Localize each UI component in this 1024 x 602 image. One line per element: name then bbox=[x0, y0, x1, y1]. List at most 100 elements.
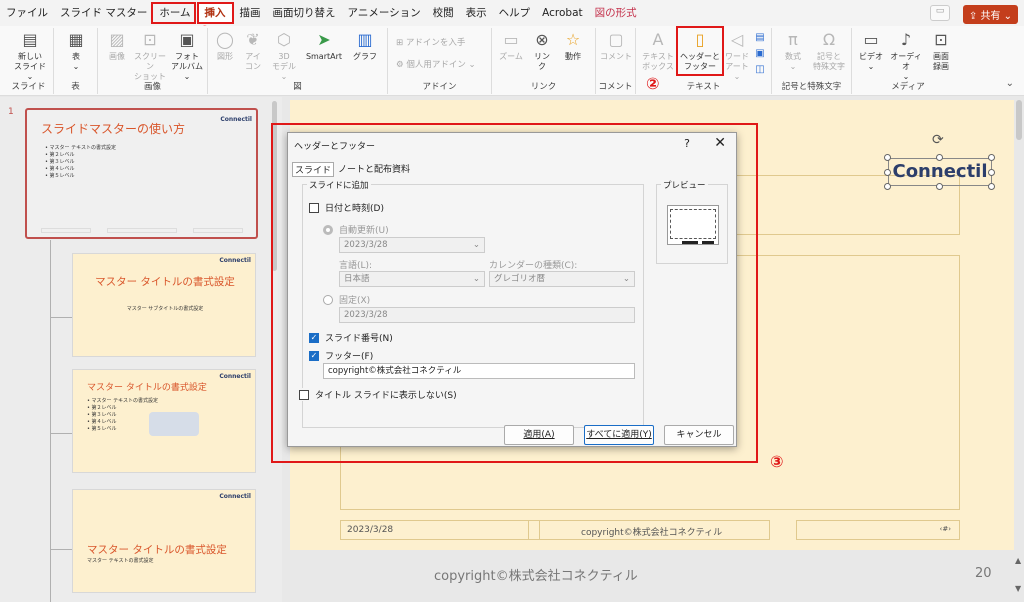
layout-thumbnail[interactable]: Connectil マスター タイトルの書式設定 マスター テキストの書式設定 bbox=[72, 489, 256, 593]
thumb-placeholder-icons bbox=[149, 412, 199, 436]
zoom-icon: ▭ bbox=[503, 30, 519, 49]
tree-line bbox=[50, 317, 72, 318]
table-button[interactable]: ▦ 表 ⌄ bbox=[62, 30, 90, 72]
share-icon: ⇪ bbox=[968, 11, 981, 22]
resize-handle[interactable] bbox=[884, 169, 891, 176]
shapes-icon: ◯ bbox=[216, 30, 234, 49]
layout-thumbnail[interactable]: Connectil マスター タイトルの書式設定 マスター サブタイトルの書式設… bbox=[72, 253, 256, 357]
screenshot-icon: ⊡ bbox=[143, 30, 157, 49]
cube-icon: ⬡ bbox=[277, 30, 291, 49]
group-slides: ▤ 新しい スライド ⌄ スライド bbox=[4, 28, 54, 94]
menu-review[interactable]: 校閲 bbox=[427, 0, 460, 26]
zoom-button[interactable]: ▭ ズーム bbox=[496, 30, 526, 62]
screen-record-icon: ⊡ bbox=[934, 30, 948, 49]
menu-file[interactable]: ファイル bbox=[0, 0, 54, 26]
action-button[interactable]: ☆ 動作 bbox=[558, 30, 588, 62]
video-button[interactable]: ▭ ビデオ ⌄ bbox=[856, 30, 886, 72]
photo-album-icon: ▣ bbox=[179, 30, 195, 49]
page-footer-text: copyright©株式会社コネクティル bbox=[434, 569, 638, 584]
textbox-button[interactable]: A テキスト ボックス bbox=[640, 30, 676, 72]
scroll-down-icon[interactable]: ▼ bbox=[1015, 584, 1021, 593]
group-label: 画像 bbox=[143, 82, 161, 92]
slide-number-icon: ▣ bbox=[755, 48, 765, 59]
group-label: スライド bbox=[11, 82, 46, 92]
resize-handle[interactable] bbox=[988, 183, 995, 190]
symbol-button[interactable]: Ω 記号と 特殊文字 bbox=[810, 30, 848, 72]
shapes-button[interactable]: ◯ 図形 bbox=[212, 30, 238, 62]
master-thumbnail[interactable]: Connectil スライドマスターの使い方 • マスター テキストの書式設定 … bbox=[25, 108, 258, 239]
comment-icon[interactable]: ▭ bbox=[930, 5, 950, 21]
thumb-line: • 第２レベル bbox=[87, 405, 117, 411]
menu-slide-master[interactable]: スライド マスター bbox=[54, 0, 153, 26]
highlight-insert bbox=[151, 2, 196, 24]
share-button[interactable]: ⇪ 共有 ⌄ bbox=[962, 5, 1018, 24]
menu-animations[interactable]: アニメーション bbox=[342, 0, 427, 26]
thumb-title: マスター タイトルの書式設定 bbox=[95, 276, 235, 288]
highlight-header-footer bbox=[676, 26, 724, 76]
resize-handle[interactable] bbox=[988, 154, 995, 161]
object-icon: ◫ bbox=[755, 64, 765, 75]
new-comment-button[interactable]: ▢ コメント bbox=[598, 30, 634, 62]
resize-handle[interactable] bbox=[884, 154, 891, 161]
resize-handle[interactable] bbox=[936, 183, 943, 190]
footer-placeholder[interactable]: copyright©株式会社コネクティル bbox=[528, 520, 770, 540]
grid-icon: ⊞ bbox=[396, 38, 406, 48]
resize-handle[interactable] bbox=[884, 183, 891, 190]
thumb-line: • 第５レベル bbox=[45, 173, 75, 179]
resize-handle[interactable] bbox=[936, 154, 943, 161]
logo-image[interactable]: Connectil bbox=[888, 158, 992, 186]
menu-view[interactable]: 表示 bbox=[460, 0, 493, 26]
slide-number: 1 bbox=[8, 107, 14, 117]
link-button[interactable]: ⊗ リンク bbox=[528, 30, 556, 72]
screen-record-button[interactable]: ⊡ 画面 録画 bbox=[926, 30, 956, 72]
group-images: ▨ 画像 ⊡ スクリーン ショット ⌄ ▣ フォト アルバム ⌄ 画像 bbox=[98, 28, 208, 94]
layout-thumbnail[interactable]: Connectil マスター タイトルの書式設定 • マスター テキストの書式設… bbox=[72, 369, 256, 473]
page-number: 20 bbox=[975, 566, 992, 581]
ribbon-collapse-icon[interactable]: ⌄ bbox=[1006, 78, 1014, 89]
video-icon: ▭ bbox=[863, 30, 879, 49]
photo-album-button[interactable]: ▣ フォト アルバム ⌄ bbox=[170, 30, 204, 82]
picture-button[interactable]: ▨ 画像 bbox=[102, 30, 132, 62]
scroll-up-icon[interactable]: ▲ bbox=[1015, 556, 1021, 565]
thumb-logo: Connectil bbox=[219, 493, 251, 500]
get-addins-button[interactable]: ⊞ アドインを入手 bbox=[396, 36, 465, 48]
menu-acrobat[interactable]: Acrobat bbox=[536, 0, 589, 26]
menu-draw[interactable]: 描画 bbox=[234, 0, 267, 26]
menu-picture-format[interactable]: 図の形式 bbox=[589, 0, 643, 26]
group-label: 記号と特殊文字 bbox=[781, 82, 842, 92]
icons-button[interactable]: ❦ アイ コン bbox=[240, 30, 266, 72]
wordart-button[interactable]: ◁ ワード アート ⌄ bbox=[722, 30, 752, 82]
slide-thumbnail-panel: 1 Connectil スライドマスターの使い方 • マスター テキストの書式設… bbox=[0, 97, 282, 602]
group-illustrations: ◯ 図形 ❦ アイ コン ⬡ 3D モデル ⌄ ➤ SmartArt ▥ グラフ 図 bbox=[208, 28, 388, 94]
menu-transitions[interactable]: 画面切り替え bbox=[267, 0, 342, 26]
menu-help[interactable]: ヘルプ bbox=[493, 0, 537, 26]
resize-handle[interactable] bbox=[988, 169, 995, 176]
menu-insert[interactable]: 挿入 bbox=[196, 2, 234, 24]
textbox-icon: A bbox=[652, 30, 664, 49]
slide-number-text: ‹#› bbox=[939, 525, 951, 533]
star-icon: ☆ bbox=[565, 30, 581, 49]
wordart-icon: ◁ bbox=[730, 30, 744, 49]
equation-button[interactable]: π 数式 ⌄ bbox=[778, 30, 808, 72]
link-icon: ⊗ bbox=[535, 30, 549, 49]
group-label: 図 bbox=[293, 82, 302, 92]
thumb-title: マスター タイトルの書式設定 bbox=[87, 544, 227, 556]
my-addins-button[interactable]: ⚙ 個人用アドイン ⌄ bbox=[396, 58, 476, 70]
editor-scrollbar[interactable] bbox=[1016, 100, 1022, 140]
audio-button[interactable]: ♪ オーディオ ⌄ bbox=[888, 30, 924, 82]
slide-number-placeholder[interactable]: ‹#› bbox=[796, 520, 960, 540]
chart-button[interactable]: ▥ グラフ bbox=[350, 30, 380, 62]
thumb-line: • 第２レベル bbox=[45, 152, 75, 158]
thumb-line: • マスター テキストの書式設定 bbox=[87, 398, 158, 404]
table-icon: ▦ bbox=[68, 30, 84, 49]
chart-icon: ▥ bbox=[357, 30, 373, 49]
group-label: コメント bbox=[598, 82, 633, 92]
new-slide-button[interactable]: ▤ 新しい スライド ⌄ bbox=[10, 30, 50, 82]
3d-models-button[interactable]: ⬡ 3D モデル ⌄ bbox=[268, 30, 300, 82]
new-slide-icon: ▤ bbox=[22, 30, 38, 49]
rotate-handle-icon[interactable]: ⟳ bbox=[932, 132, 944, 148]
date-placeholder[interactable]: 2023/3/28 bbox=[340, 520, 540, 540]
thumb-subtitle: マスター テキストの書式設定 bbox=[87, 558, 154, 564]
text-extra-buttons[interactable]: ▤ ▣ ◫ bbox=[752, 30, 768, 78]
smartart-button[interactable]: ➤ SmartArt bbox=[302, 30, 346, 62]
